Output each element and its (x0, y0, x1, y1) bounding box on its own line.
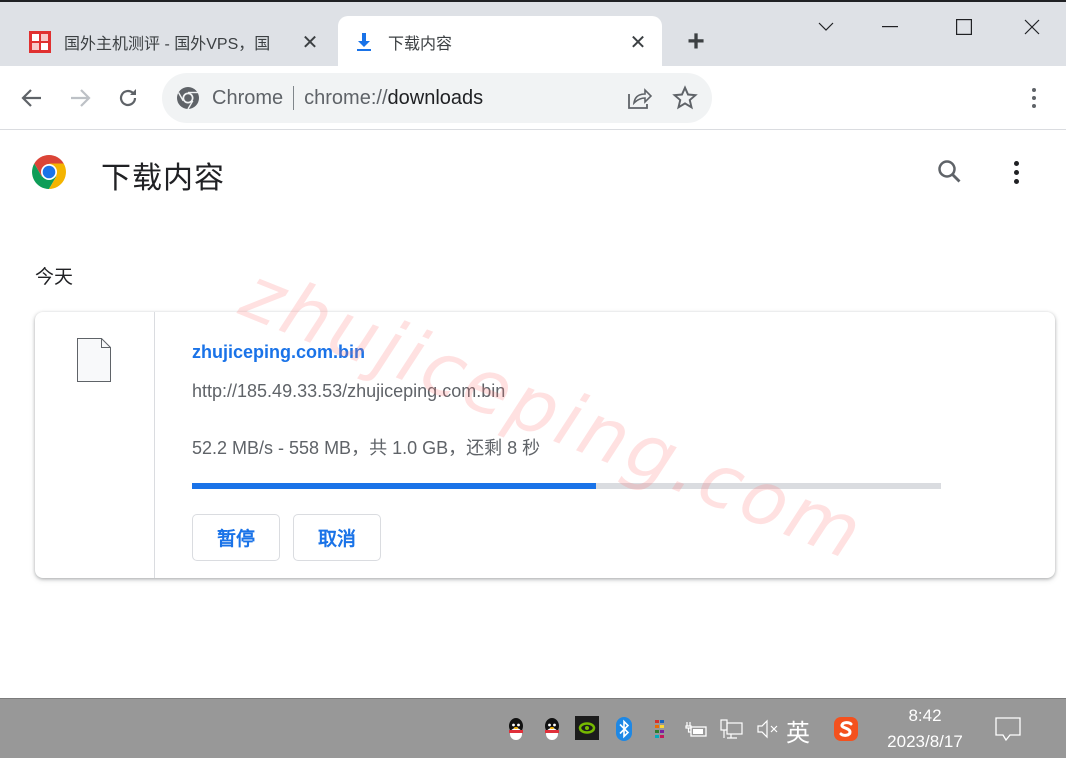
color-grid-icon[interactable] (646, 699, 674, 758)
new-tab-button[interactable]: + (680, 27, 712, 57)
volume-muted-icon[interactable] (754, 699, 782, 758)
url-prefix: chrome:// (304, 86, 388, 109)
tab-site[interactable]: 国外主机测评 - 国外VPS，国 ✕ (14, 16, 334, 68)
search-icon[interactable] (936, 158, 964, 186)
site-favicon-icon (28, 30, 52, 54)
share-icon[interactable] (626, 86, 653, 110)
close-icon[interactable]: ✕ (626, 30, 650, 54)
browser-menu-icon[interactable] (1020, 80, 1048, 116)
pause-button[interactable]: 暂停 (192, 514, 280, 561)
clock[interactable]: 8:42 2023/8/17 (872, 703, 978, 755)
download-progress-bar (192, 483, 941, 489)
url-text: chrome://downloads (304, 87, 483, 110)
window-close-icon[interactable] (1014, 12, 1050, 42)
page-title: 下载内容 (101, 162, 225, 195)
tab-downloads[interactable]: 下载内容 ✕ (338, 16, 662, 68)
tab-title: 下载内容 (388, 36, 453, 53)
sogou-icon[interactable] (832, 699, 860, 758)
download-icon (352, 30, 376, 54)
date-text: 2023/8/17 (887, 732, 963, 751)
dot (1013, 160, 1019, 166)
page-menu-icon[interactable] (1004, 158, 1028, 186)
dot (1032, 104, 1036, 108)
progress-fill (192, 483, 597, 489)
bluetooth-icon[interactable] (610, 699, 638, 758)
tab-search-chevron-icon[interactable] (808, 12, 844, 42)
download-item: zhujiceping.com.bin http://185.49.33.53/… (35, 312, 1055, 578)
ime-language-indicator[interactable]: 英 (786, 713, 810, 748)
dot (1013, 169, 1019, 175)
file-icon-column (35, 312, 155, 578)
minimize-icon[interactable] (872, 12, 908, 42)
bookmark-star-icon[interactable] (672, 85, 698, 111)
notification-icon[interactable] (990, 699, 1026, 758)
reload-icon[interactable] (110, 80, 146, 116)
toolbar: Chrome chrome://downloads (0, 66, 1066, 130)
close-icon[interactable]: ✕ (298, 30, 322, 54)
tab-title: 国外主机测评 - 国外VPS，国 (64, 36, 271, 53)
forward-arrow-icon[interactable] (62, 80, 98, 116)
divider (293, 86, 295, 110)
dot (1032, 96, 1036, 100)
nvidia-icon[interactable] (574, 699, 602, 758)
browser-window: 国外主机测评 - 国外VPS，国 ✕ 下载内容 ✕ + Chrome chrom… (0, 0, 1066, 758)
back-arrow-icon[interactable] (14, 80, 50, 116)
file-url-link[interactable]: http://185.49.33.53/zhujiceping.com.bin (192, 381, 505, 402)
tab-strip: 国外主机测评 - 国外VPS，国 ✕ 下载内容 ✕ + (0, 0, 1066, 68)
dot (1013, 178, 1019, 184)
file-icon (77, 338, 111, 382)
download-status: 52.2 MB/s - 558 MB，共 1.0 GB，还剩 8 秒 (192, 438, 541, 458)
cancel-button[interactable]: 取消 (293, 514, 381, 561)
dot (1032, 88, 1036, 92)
chrome-logo-icon (32, 155, 66, 189)
chrome-icon (176, 86, 200, 110)
taskbar: 英 8:42 2023/8/17 (0, 698, 1066, 758)
network-icon[interactable] (718, 699, 746, 758)
scheme-label: Chrome (212, 86, 284, 109)
power-plug-battery-icon[interactable] (682, 699, 710, 758)
file-name-link[interactable]: zhujiceping.com.bin (192, 342, 365, 363)
time-text: 8:42 (908, 706, 942, 725)
maximize-icon[interactable] (946, 12, 982, 42)
url-host: downloads (387, 86, 484, 109)
qq-icon[interactable] (502, 699, 530, 758)
address-bar[interactable]: Chrome chrome://downloads (162, 73, 712, 123)
date-header: 今天 (35, 267, 74, 288)
qq-icon[interactable] (538, 699, 566, 758)
